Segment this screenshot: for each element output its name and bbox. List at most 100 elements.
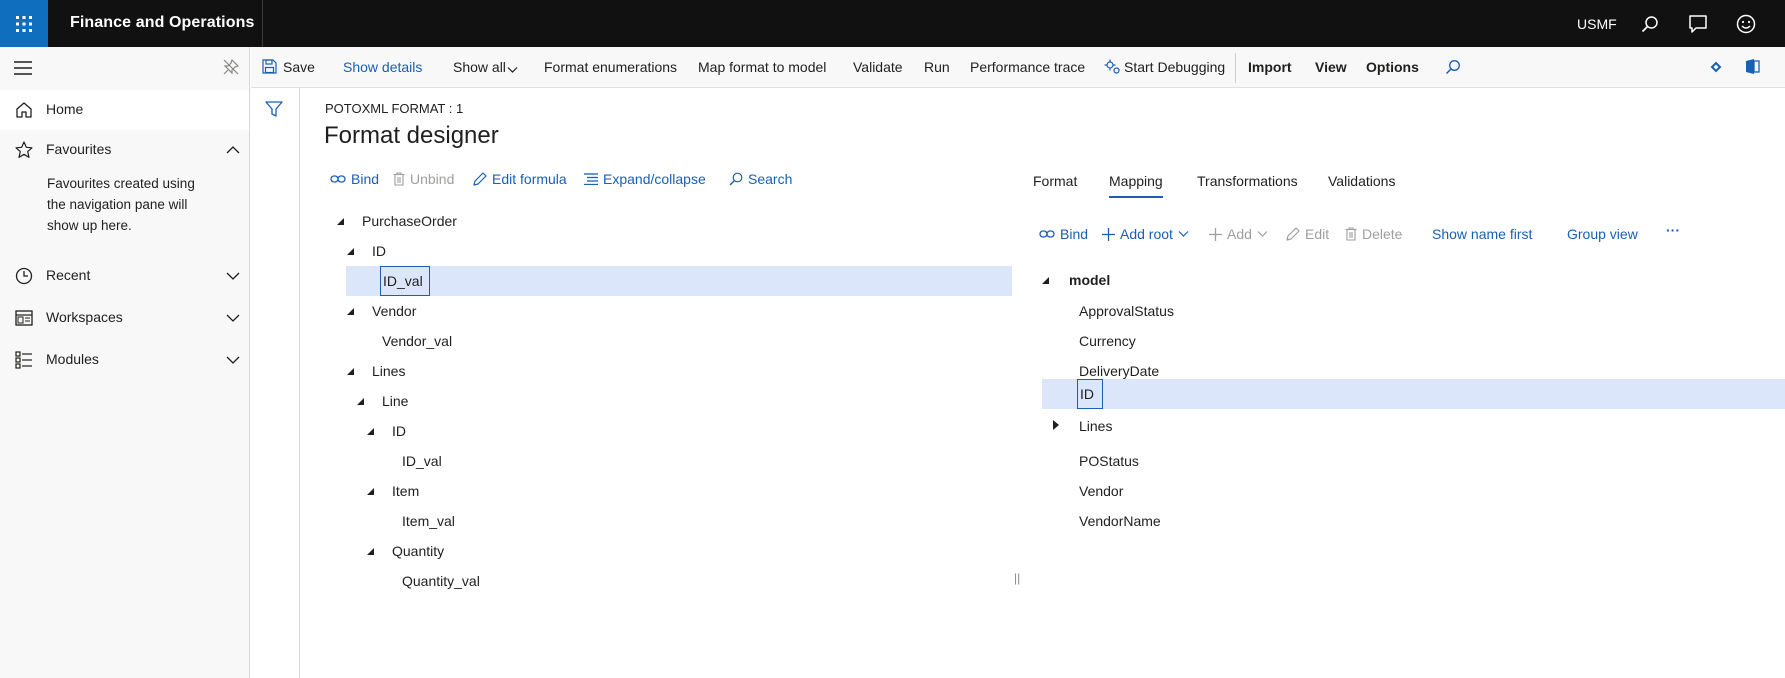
- link-icon: [330, 175, 346, 183]
- chevron-down-icon[interactable]: [507, 61, 518, 77]
- collapsed-triangle-icon[interactable]: [1053, 420, 1059, 430]
- nav-item-label: Workspaces: [46, 309, 123, 325]
- nav-item-label: Home: [46, 101, 84, 117]
- trash-icon: [393, 172, 405, 186]
- pencil-icon: [1286, 227, 1300, 241]
- expand-triangle-icon[interactable]: [347, 248, 354, 255]
- save-icon[interactable]: [262, 59, 277, 77]
- chevron-down-icon: [1257, 231, 1268, 237]
- expand-triangle-icon[interactable]: [367, 548, 374, 555]
- tab-validations[interactable]: Validations: [1328, 173, 1395, 196]
- unpin-icon[interactable]: [223, 58, 240, 78]
- tab-transformations[interactable]: Transformations: [1197, 173, 1298, 196]
- expand-triangle-icon[interactable]: [347, 368, 354, 375]
- filter-pane: [251, 88, 300, 678]
- expand-triangle-icon[interactable]: [347, 308, 354, 315]
- delete-label: Delete: [1362, 226, 1403, 242]
- search-icon: [729, 172, 743, 186]
- smiley-icon[interactable]: [1734, 12, 1758, 36]
- plus-icon: [1102, 227, 1115, 241]
- edit-label: Edit: [1305, 226, 1330, 242]
- chevron-down-icon[interactable]: [226, 353, 240, 370]
- action-pane: Save Show details Show all Format enumer…: [251, 47, 1785, 88]
- edit-formula-label: Edit formula: [492, 171, 567, 187]
- waffle-icon[interactable]: [0, 0, 48, 47]
- format-bind-button[interactable]: Bind: [330, 171, 379, 187]
- list-icon: [584, 173, 598, 185]
- bind-label: Bind: [351, 171, 380, 187]
- pane-splitter[interactable]: ||: [1014, 571, 1020, 585]
- start-debugging-button[interactable]: Start Debugging: [1124, 59, 1225, 75]
- options-tab[interactable]: Options: [1366, 59, 1419, 75]
- hamburger-icon[interactable]: [14, 61, 32, 78]
- workspace-icon: [14, 308, 34, 328]
- chevron-down-icon: [1178, 231, 1189, 237]
- unbind-button[interactable]: Unbind: [393, 171, 454, 187]
- group-view-button[interactable]: Group view: [1567, 226, 1638, 242]
- search-label: Search: [748, 171, 793, 187]
- chevron-down-icon[interactable]: [226, 269, 240, 286]
- validate-button[interactable]: Validate: [853, 59, 903, 75]
- debug-gear-icon[interactable]: [1104, 59, 1121, 78]
- bind-label: Bind: [1060, 226, 1089, 242]
- nav-item-home[interactable]: Home: [0, 90, 249, 130]
- nav-item-workspaces[interactable]: Workspaces: [0, 298, 249, 338]
- format-search-button[interactable]: Search: [729, 171, 792, 187]
- search-icon[interactable]: [1445, 59, 1461, 78]
- show-details-button[interactable]: Show details: [343, 59, 422, 75]
- nav-item-label: Recent: [46, 267, 91, 283]
- pencil-icon: [473, 172, 487, 186]
- edit-button[interactable]: Edit: [1286, 226, 1329, 242]
- nav-item-recent[interactable]: Recent: [0, 256, 249, 296]
- expand-triangle-icon[interactable]: [357, 398, 364, 405]
- save-button[interactable]: Save: [283, 59, 315, 75]
- home-icon: [14, 100, 34, 120]
- format-enumerations-button[interactable]: Format enumerations: [544, 59, 677, 75]
- top-bar: Finance and Operations USMF: [0, 0, 1785, 47]
- expand-triangle-icon[interactable]: [367, 428, 374, 435]
- search-icon[interactable]: [1638, 12, 1662, 36]
- edit-formula-button[interactable]: Edit formula: [473, 171, 567, 187]
- performance-trace-button[interactable]: Performance trace: [970, 59, 1085, 75]
- tab-format[interactable]: Format: [1033, 173, 1077, 196]
- nav-item-favourites[interactable]: Favourites: [0, 130, 249, 170]
- app-title[interactable]: Finance and Operations: [70, 14, 254, 32]
- selected-row-highlight: [1042, 379, 1785, 409]
- tab-mapping[interactable]: Mapping: [1109, 173, 1163, 198]
- view-tab[interactable]: View: [1315, 59, 1347, 75]
- nav-item-label: Favourites: [46, 141, 112, 157]
- map-format-to-model-button[interactable]: Map format to model: [698, 59, 826, 75]
- add-root-button[interactable]: Add root: [1102, 226, 1189, 242]
- expand-collapse-button[interactable]: Expand/collapse: [584, 171, 706, 187]
- delete-button[interactable]: Delete: [1345, 226, 1402, 242]
- run-button[interactable]: Run: [924, 59, 950, 75]
- chevron-down-icon[interactable]: [226, 311, 240, 328]
- favourites-empty-text: Favourites created using the navigation …: [47, 176, 195, 233]
- feedback-icon[interactable]: [1686, 12, 1710, 36]
- add-button[interactable]: Add: [1209, 226, 1268, 242]
- expand-triangle-icon[interactable]: [337, 218, 344, 225]
- link-icon: [1039, 230, 1055, 238]
- filter-icon[interactable]: [265, 100, 283, 121]
- unbind-label: Unbind: [410, 171, 455, 187]
- expand-collapse-label: Expand/collapse: [603, 171, 706, 187]
- expand-triangle-icon[interactable]: [1042, 277, 1049, 284]
- office-icon[interactable]: [1745, 58, 1760, 78]
- star-icon: [14, 140, 34, 160]
- chevron-up-icon[interactable]: [226, 143, 240, 160]
- expand-triangle-icon[interactable]: [367, 488, 374, 495]
- clock-icon: [14, 266, 34, 286]
- navigation-pane: Home Favourites Favourites created using…: [0, 47, 250, 678]
- company-picker[interactable]: USMF: [1577, 16, 1617, 32]
- add-root-label: Add root: [1120, 226, 1173, 242]
- diamond-icon[interactable]: [1708, 60, 1724, 77]
- trash-icon: [1345, 227, 1357, 241]
- show-name-first-button[interactable]: Show name first: [1432, 226, 1532, 242]
- modules-icon: [14, 350, 34, 370]
- show-all-button[interactable]: Show all: [453, 59, 506, 75]
- nav-item-modules[interactable]: Modules: [0, 340, 249, 380]
- add-label: Add: [1227, 226, 1252, 242]
- import-tab[interactable]: Import: [1248, 59, 1292, 75]
- mapping-bind-button[interactable]: Bind: [1039, 226, 1088, 242]
- more-options-button[interactable]: ···: [1666, 222, 1680, 238]
